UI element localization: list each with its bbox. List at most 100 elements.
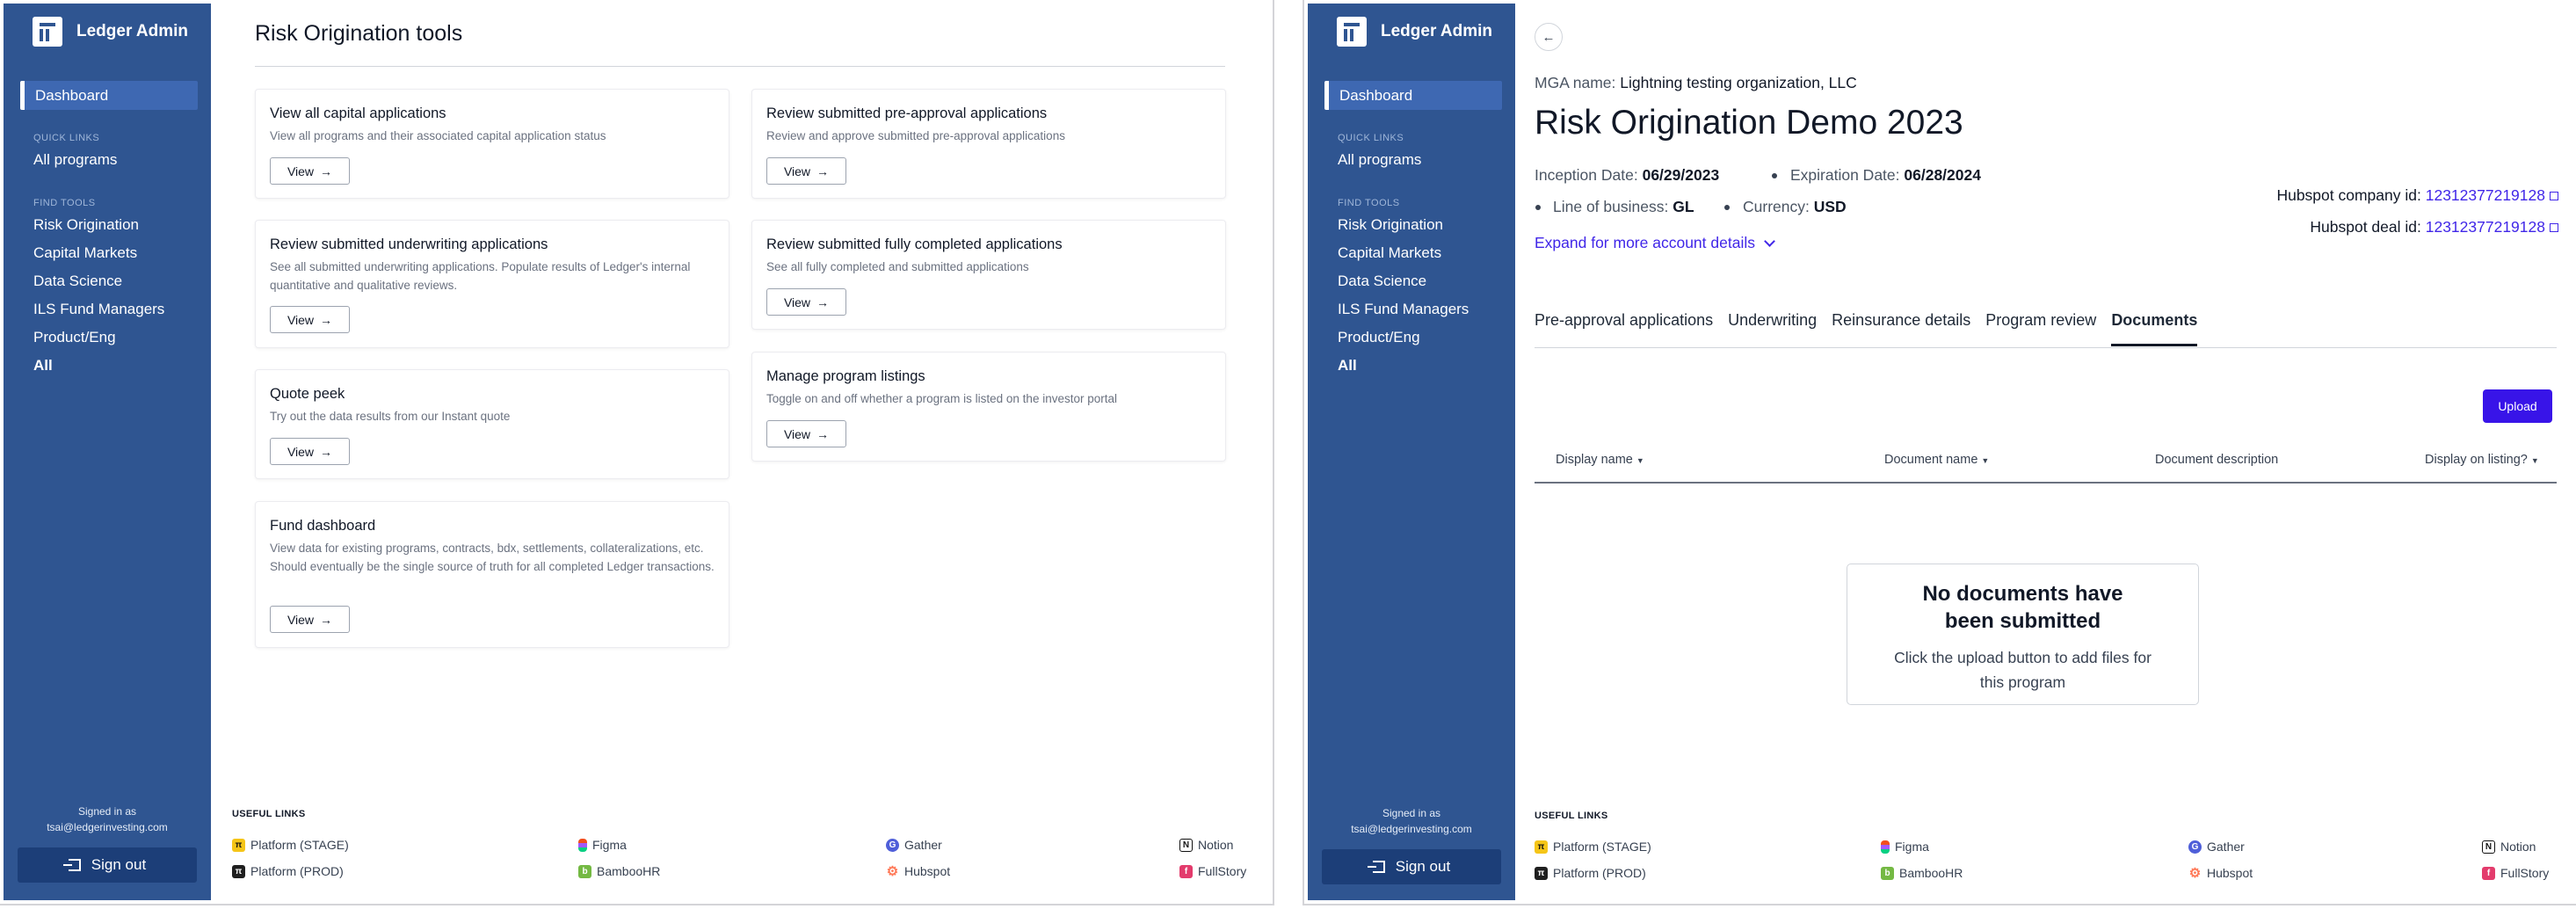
card-view-capital-applications: View all capital applications View all p… — [255, 89, 729, 199]
currency-label: Currency: — [1743, 198, 1810, 215]
sort-caret-icon: ▼ — [1636, 456, 1644, 465]
link-figma[interactable]: Figma — [1881, 840, 1929, 854]
card-title: Review submitted underwriting applicatio… — [270, 236, 548, 252]
sign-out-icon — [62, 859, 81, 871]
sidebar-item-product-eng[interactable]: Product/Eng — [1338, 329, 1420, 346]
sidebar-item-all-programs[interactable]: All programs — [33, 151, 117, 169]
sidebar-item-data-science[interactable]: Data Science — [1338, 273, 1426, 290]
card-description: Toggle on and off whether a program is l… — [766, 392, 1117, 405]
sidebar-item-ils-fund-managers[interactable]: ILS Fund Managers — [1338, 301, 1469, 318]
link-label: Hubspot — [2207, 866, 2253, 880]
tab-underwriting[interactable]: Underwriting — [1728, 311, 1817, 346]
tab-documents[interactable]: Documents — [2111, 311, 2198, 346]
link-label: Gather — [904, 838, 942, 852]
link-label: Hubspot — [904, 864, 951, 878]
view-button[interactable]: View → — [270, 306, 350, 333]
quick-links-heading: QUICK LINKS — [33, 133, 100, 143]
tab-pre-approval[interactable]: Pre-approval applications — [1535, 311, 1713, 346]
signed-in-label: Signed in as — [1382, 807, 1441, 819]
figma-icon — [1881, 840, 1890, 854]
link-gather[interactable]: G Gather — [2188, 840, 2245, 854]
link-gather[interactable]: G Gather — [886, 838, 942, 852]
sign-out-icon — [1367, 861, 1385, 873]
column-document-name[interactable]: Document name ▼ — [1884, 453, 1989, 467]
link-notion[interactable]: N Notion — [2482, 840, 2536, 854]
mga-label: MGA name: — [1535, 74, 1616, 91]
signed-in-label: Signed in as — [77, 805, 137, 818]
link-figma[interactable]: Figma — [578, 838, 627, 852]
link-platform-prod[interactable]: π Platform (PROD) — [1535, 866, 1646, 880]
link-label: Notion — [2500, 840, 2536, 854]
link-label: BambooHR — [1899, 866, 1963, 880]
view-button[interactable]: View → — [766, 157, 846, 185]
link-platform-stage[interactable]: π Platform (STAGE) — [1535, 840, 1651, 854]
link-platform-stage[interactable]: π Platform (STAGE) — [232, 838, 349, 852]
sidebar-item-all[interactable]: All — [1338, 357, 1357, 375]
card-description: View all programs and their associated c… — [270, 129, 606, 142]
inception-date: Inception Date: 06/29/2023 — [1535, 166, 1719, 185]
link-bamboohr[interactable]: b BambooHR — [1881, 866, 1963, 880]
hubspot-icon: ⚙ — [2188, 866, 2202, 881]
mga-value: Lightning testing organization, LLC — [1620, 74, 1857, 91]
link-label: Platform (PROD) — [1553, 866, 1646, 880]
sidebar-item-data-science[interactable]: Data Science — [33, 273, 122, 290]
sign-out-button[interactable]: Sign out — [1322, 849, 1501, 884]
column-label: Document description — [2155, 453, 2279, 467]
external-link-icon — [2550, 192, 2558, 200]
link-notion[interactable]: N Notion — [1179, 838, 1233, 852]
back-button[interactable]: ← — [1535, 23, 1563, 51]
view-label: View — [783, 164, 811, 178]
sidebar: Ledger Admin Dashboard QUICK LINKS All p… — [1308, 4, 1515, 900]
view-button[interactable]: View → — [270, 157, 350, 185]
sign-out-button[interactable]: Sign out — [18, 847, 197, 883]
arrow-right-icon: → — [816, 426, 830, 441]
view-button[interactable]: View → — [270, 438, 350, 465]
currency-value: USD — [1813, 198, 1847, 215]
expand-account-details[interactable]: Expand for more account details — [1535, 234, 1775, 252]
view-button[interactable]: View → — [766, 420, 846, 447]
brand[interactable]: Ledger Admin — [33, 17, 188, 47]
tab-program-review[interactable]: Program review — [1985, 311, 2096, 346]
sidebar-item-ils-fund-managers[interactable]: ILS Fund Managers — [33, 301, 164, 318]
platform-stage-icon: π — [1535, 840, 1548, 854]
sidebar-item-product-eng[interactable]: Product/Eng — [33, 329, 116, 346]
brand[interactable]: Ledger Admin — [1337, 17, 1492, 47]
link-platform-prod[interactable]: π Platform (PROD) — [232, 864, 344, 878]
sidebar-item-risk-origination[interactable]: Risk Origination — [1338, 216, 1443, 234]
card-title: Review submitted fully completed applica… — [766, 236, 1063, 252]
sidebar-item-all-programs[interactable]: All programs — [1338, 151, 1421, 169]
hubspot-deal-link[interactable]: 12312377219128 — [2426, 218, 2545, 236]
program-tabs: Pre-approval applications Underwriting R… — [1535, 311, 2212, 346]
card-description: Try out the data results from our Instan… — [270, 410, 511, 423]
signed-in-email: tsai@ledgerinvesting.com — [47, 821, 168, 833]
gather-icon: G — [2188, 840, 2202, 854]
view-button[interactable]: View → — [270, 606, 350, 633]
column-display-on-listing[interactable]: Display on listing? ▼ — [2425, 453, 2539, 467]
brand-name: Ledger Admin — [1381, 22, 1493, 40]
view-button[interactable]: View → — [766, 288, 846, 316]
inception-value: 06/29/2023 — [1642, 166, 1720, 184]
sidebar-item-risk-origination[interactable]: Risk Origination — [33, 216, 139, 234]
expiration-label: Expiration Date: — [1790, 166, 1900, 184]
card-title: Quote peek — [270, 386, 345, 402]
hubspot-company-link[interactable]: 12312377219128 — [2426, 186, 2545, 204]
upload-button[interactable]: Upload — [2483, 389, 2552, 423]
column-display-name[interactable]: Display name ▼ — [1556, 453, 1644, 467]
card-fund-dashboard: Fund dashboard View data for existing pr… — [255, 501, 729, 648]
tab-reinsurance[interactable]: Reinsurance details — [1832, 311, 1970, 346]
sidebar-item-dashboard[interactable]: Dashboard — [1324, 81, 1502, 110]
sidebar-item-capital-markets[interactable]: Capital Markets — [1338, 244, 1441, 262]
hubspot-icon: ⚙ — [886, 864, 899, 879]
sidebar-item-capital-markets[interactable]: Capital Markets — [33, 244, 137, 262]
view-label: View — [287, 312, 315, 327]
link-bamboohr[interactable]: b BambooHR — [578, 864, 660, 878]
card-review-underwriting: Review submitted underwriting applicatio… — [255, 220, 729, 348]
sidebar-item-all[interactable]: All — [33, 357, 53, 375]
sidebar-item-dashboard[interactable]: Dashboard — [20, 81, 198, 110]
card-description: Review and approve submitted pre-approva… — [766, 129, 1065, 142]
link-hubspot[interactable]: ⚙ Hubspot — [886, 864, 951, 879]
link-hubspot[interactable]: ⚙ Hubspot — [2188, 866, 2253, 881]
link-label: BambooHR — [597, 864, 661, 878]
link-fullstory[interactable]: f FullStory — [2482, 866, 2549, 880]
link-fullstory[interactable]: f FullStory — [1179, 864, 1246, 878]
